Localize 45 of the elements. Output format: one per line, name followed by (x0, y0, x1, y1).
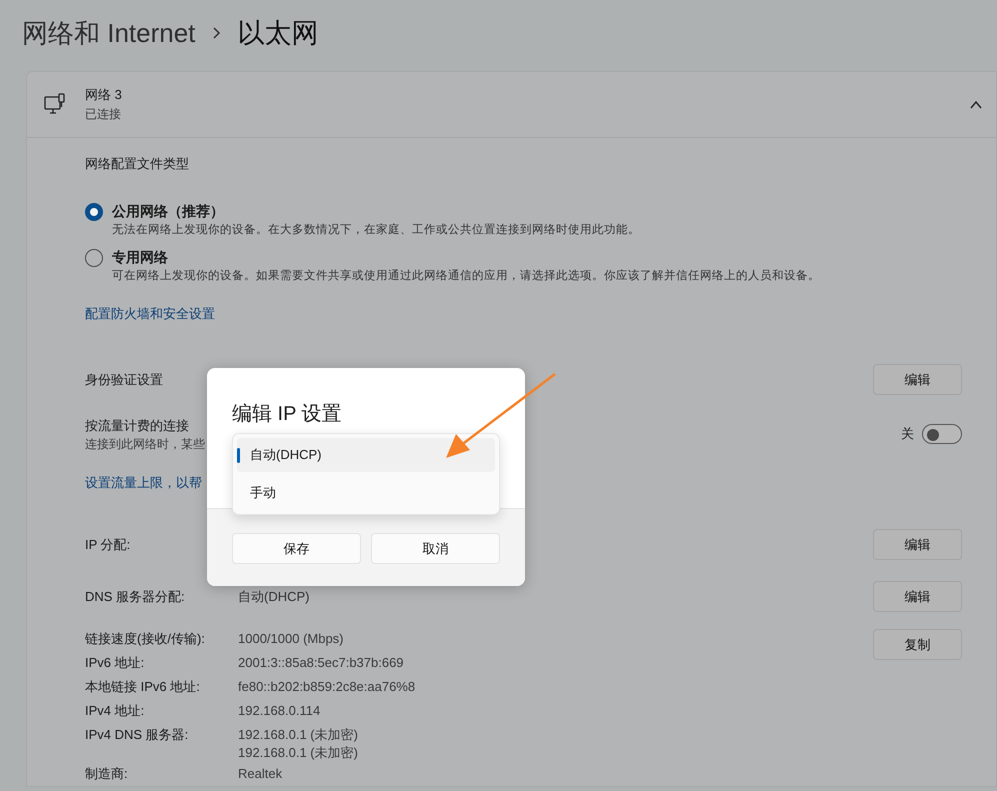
computer-icon (44, 92, 66, 116)
setting-value: 自动(DHCP) (238, 588, 310, 606)
radio-description: 无法在网络上发现你的设备。在大多数情况下，在家庭、工作或公共位置连接到网络时使用此功能。 (112, 222, 640, 238)
dialog-button[interactable]: 取消 (371, 533, 500, 564)
dialog-title: 编辑 IP 设置 (231, 402, 343, 427)
property-value: fe80::b202:b859:2c8e:aa76%8 (238, 678, 416, 696)
toggle-state: 关 (901, 425, 914, 443)
radio-label: 专用网络 (112, 248, 169, 267)
setting-label: DNS 服务器分配: (85, 588, 186, 606)
property-value: 192.168.0.114 (238, 702, 320, 720)
page-title: 以太网 (237, 17, 318, 50)
setting-description: 连接到此网络时，某些 (85, 436, 205, 453)
dropdown-option[interactable]: 手动 (237, 476, 495, 510)
property-value: Realtek (238, 765, 282, 783)
property-value: 192.168.0.1 (未加密) (238, 726, 358, 744)
radio-description: 可在网络上发现你的设备。如果需要文件共享或使用通过此网络通信的应用，请选择此选项。你应该了解并信任网络上的人员和设备。 (112, 268, 820, 284)
section-heading: 网络配置文件类型 (85, 155, 190, 173)
connection-header[interactable]: 网络 3 已连接 (27, 72, 996, 138)
dropdown-option[interactable]: 自动(DHCP) (237, 438, 495, 472)
property-label: 本地链接 IPv6 地址: (85, 678, 201, 696)
property-label: IPv4 DNS 服务器: (85, 726, 190, 744)
data-limit-link[interactable]: 设置流量上限，以帮 (85, 473, 202, 493)
property-label: IPv6 地址: (85, 654, 146, 672)
connection-name: 网络 3 (85, 86, 123, 104)
toggle-switch[interactable] (922, 424, 962, 444)
radio-button[interactable] (85, 249, 103, 267)
property-label: 制造商: (85, 765, 129, 783)
firewall-link[interactable]: 配置防火墙和安全设置 (85, 304, 215, 324)
edit-button[interactable]: 编辑 (873, 581, 962, 612)
property-label: 链接速度(接收/传输): (85, 630, 206, 648)
setting-label: 身份验证设置 (85, 370, 163, 388)
radio-button[interactable] (85, 203, 103, 221)
copy-button[interactable]: 复制 (873, 629, 962, 660)
edit-button[interactable]: 编辑 (873, 529, 962, 560)
property-value: 1000/1000 (Mbps) (238, 630, 344, 648)
breadcrumb-link[interactable]: 网络和 Internet (22, 16, 196, 50)
property-value: 192.168.0.1 (未加密) (238, 744, 358, 762)
edit-button[interactable]: 编辑 (873, 364, 962, 395)
setting-label: 按流量计费的连接 (85, 417, 190, 435)
connection-status: 已连接 (85, 106, 122, 123)
property-label: IPv4 地址: (85, 702, 146, 720)
setting-label: IP 分配: (85, 536, 130, 554)
dialog-button[interactable]: 保存 (232, 533, 361, 564)
radio-label: 公用网络（推荐） (112, 202, 225, 221)
property-value: 2001:3::85a8:5ec7:b37b:669 (238, 654, 404, 672)
